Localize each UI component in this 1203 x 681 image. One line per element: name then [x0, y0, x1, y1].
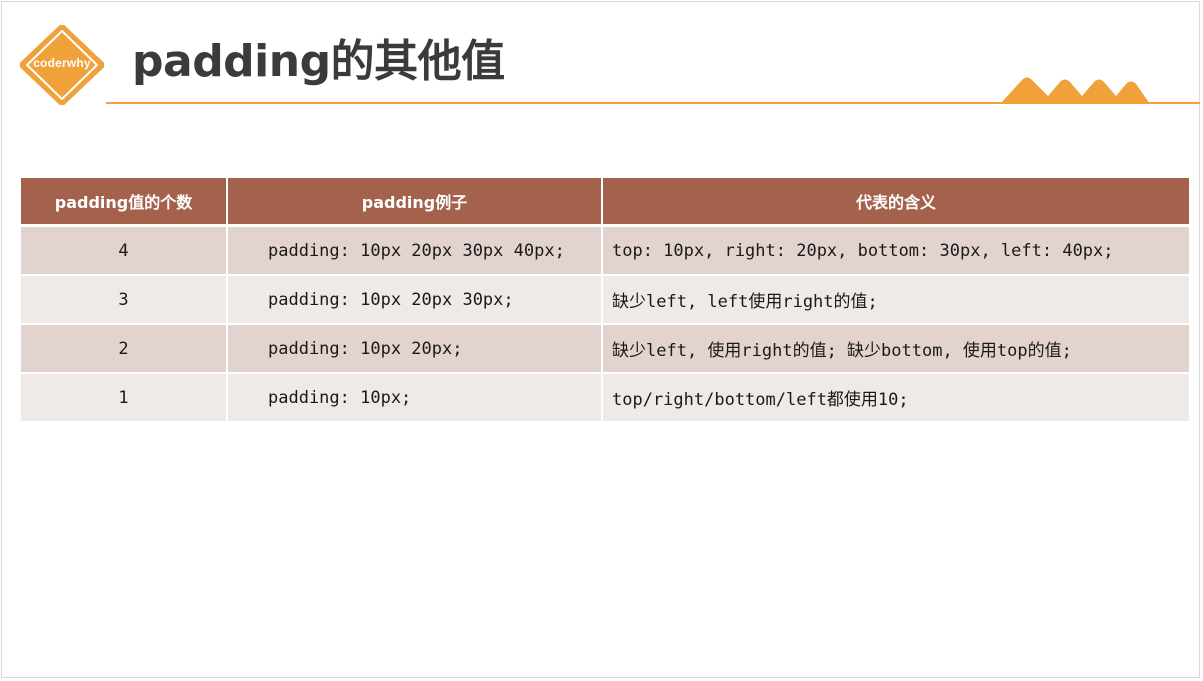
table-row: 4 padding: 10px 20px 30px 40px; top: 10p… — [21, 224, 1189, 275]
cell-count: 2 — [21, 323, 228, 373]
header-example: padding例子 — [227, 178, 603, 226]
cell-example: padding: 10px 20px 30px; — [227, 274, 603, 324]
padding-values-table: padding值的个数 padding例子 代表的含义 4 padding: 1… — [21, 178, 1189, 421]
mountain-decoration — [1000, 77, 1150, 104]
table-row: 2 padding: 10px 20px; 缺少left, 使用right的值;… — [21, 323, 1189, 373]
header-count: padding值的个数 — [21, 178, 228, 226]
cell-count: 4 — [21, 224, 228, 275]
page-title: padding的其他值 — [132, 36, 505, 87]
cell-example: padding: 10px 20px 30px 40px; — [227, 224, 603, 275]
cell-meaning: top/right/bottom/left都使用10; — [602, 372, 1189, 421]
cell-count: 3 — [21, 274, 228, 324]
cell-count: 1 — [21, 372, 228, 421]
cell-meaning: 缺少left, left使用right的值; — [602, 274, 1189, 324]
table-row: 3 padding: 10px 20px 30px; 缺少left, left使… — [21, 274, 1189, 324]
table-row: 1 padding: 10px; top/right/bottom/left都使… — [21, 372, 1189, 421]
header-meaning: 代表的含义 — [602, 178, 1189, 226]
cell-meaning: 缺少left, 使用right的值; 缺少bottom, 使用top的值; — [602, 323, 1189, 373]
table-header-row: padding值的个数 padding例子 代表的含义 — [21, 178, 1189, 226]
logo-text: coderwhy — [33, 56, 91, 70]
cell-example: padding: 10px 20px; — [227, 323, 603, 373]
cell-meaning: top: 10px, right: 20px, bottom: 30px, le… — [602, 224, 1189, 275]
cell-example: padding: 10px; — [227, 372, 603, 421]
